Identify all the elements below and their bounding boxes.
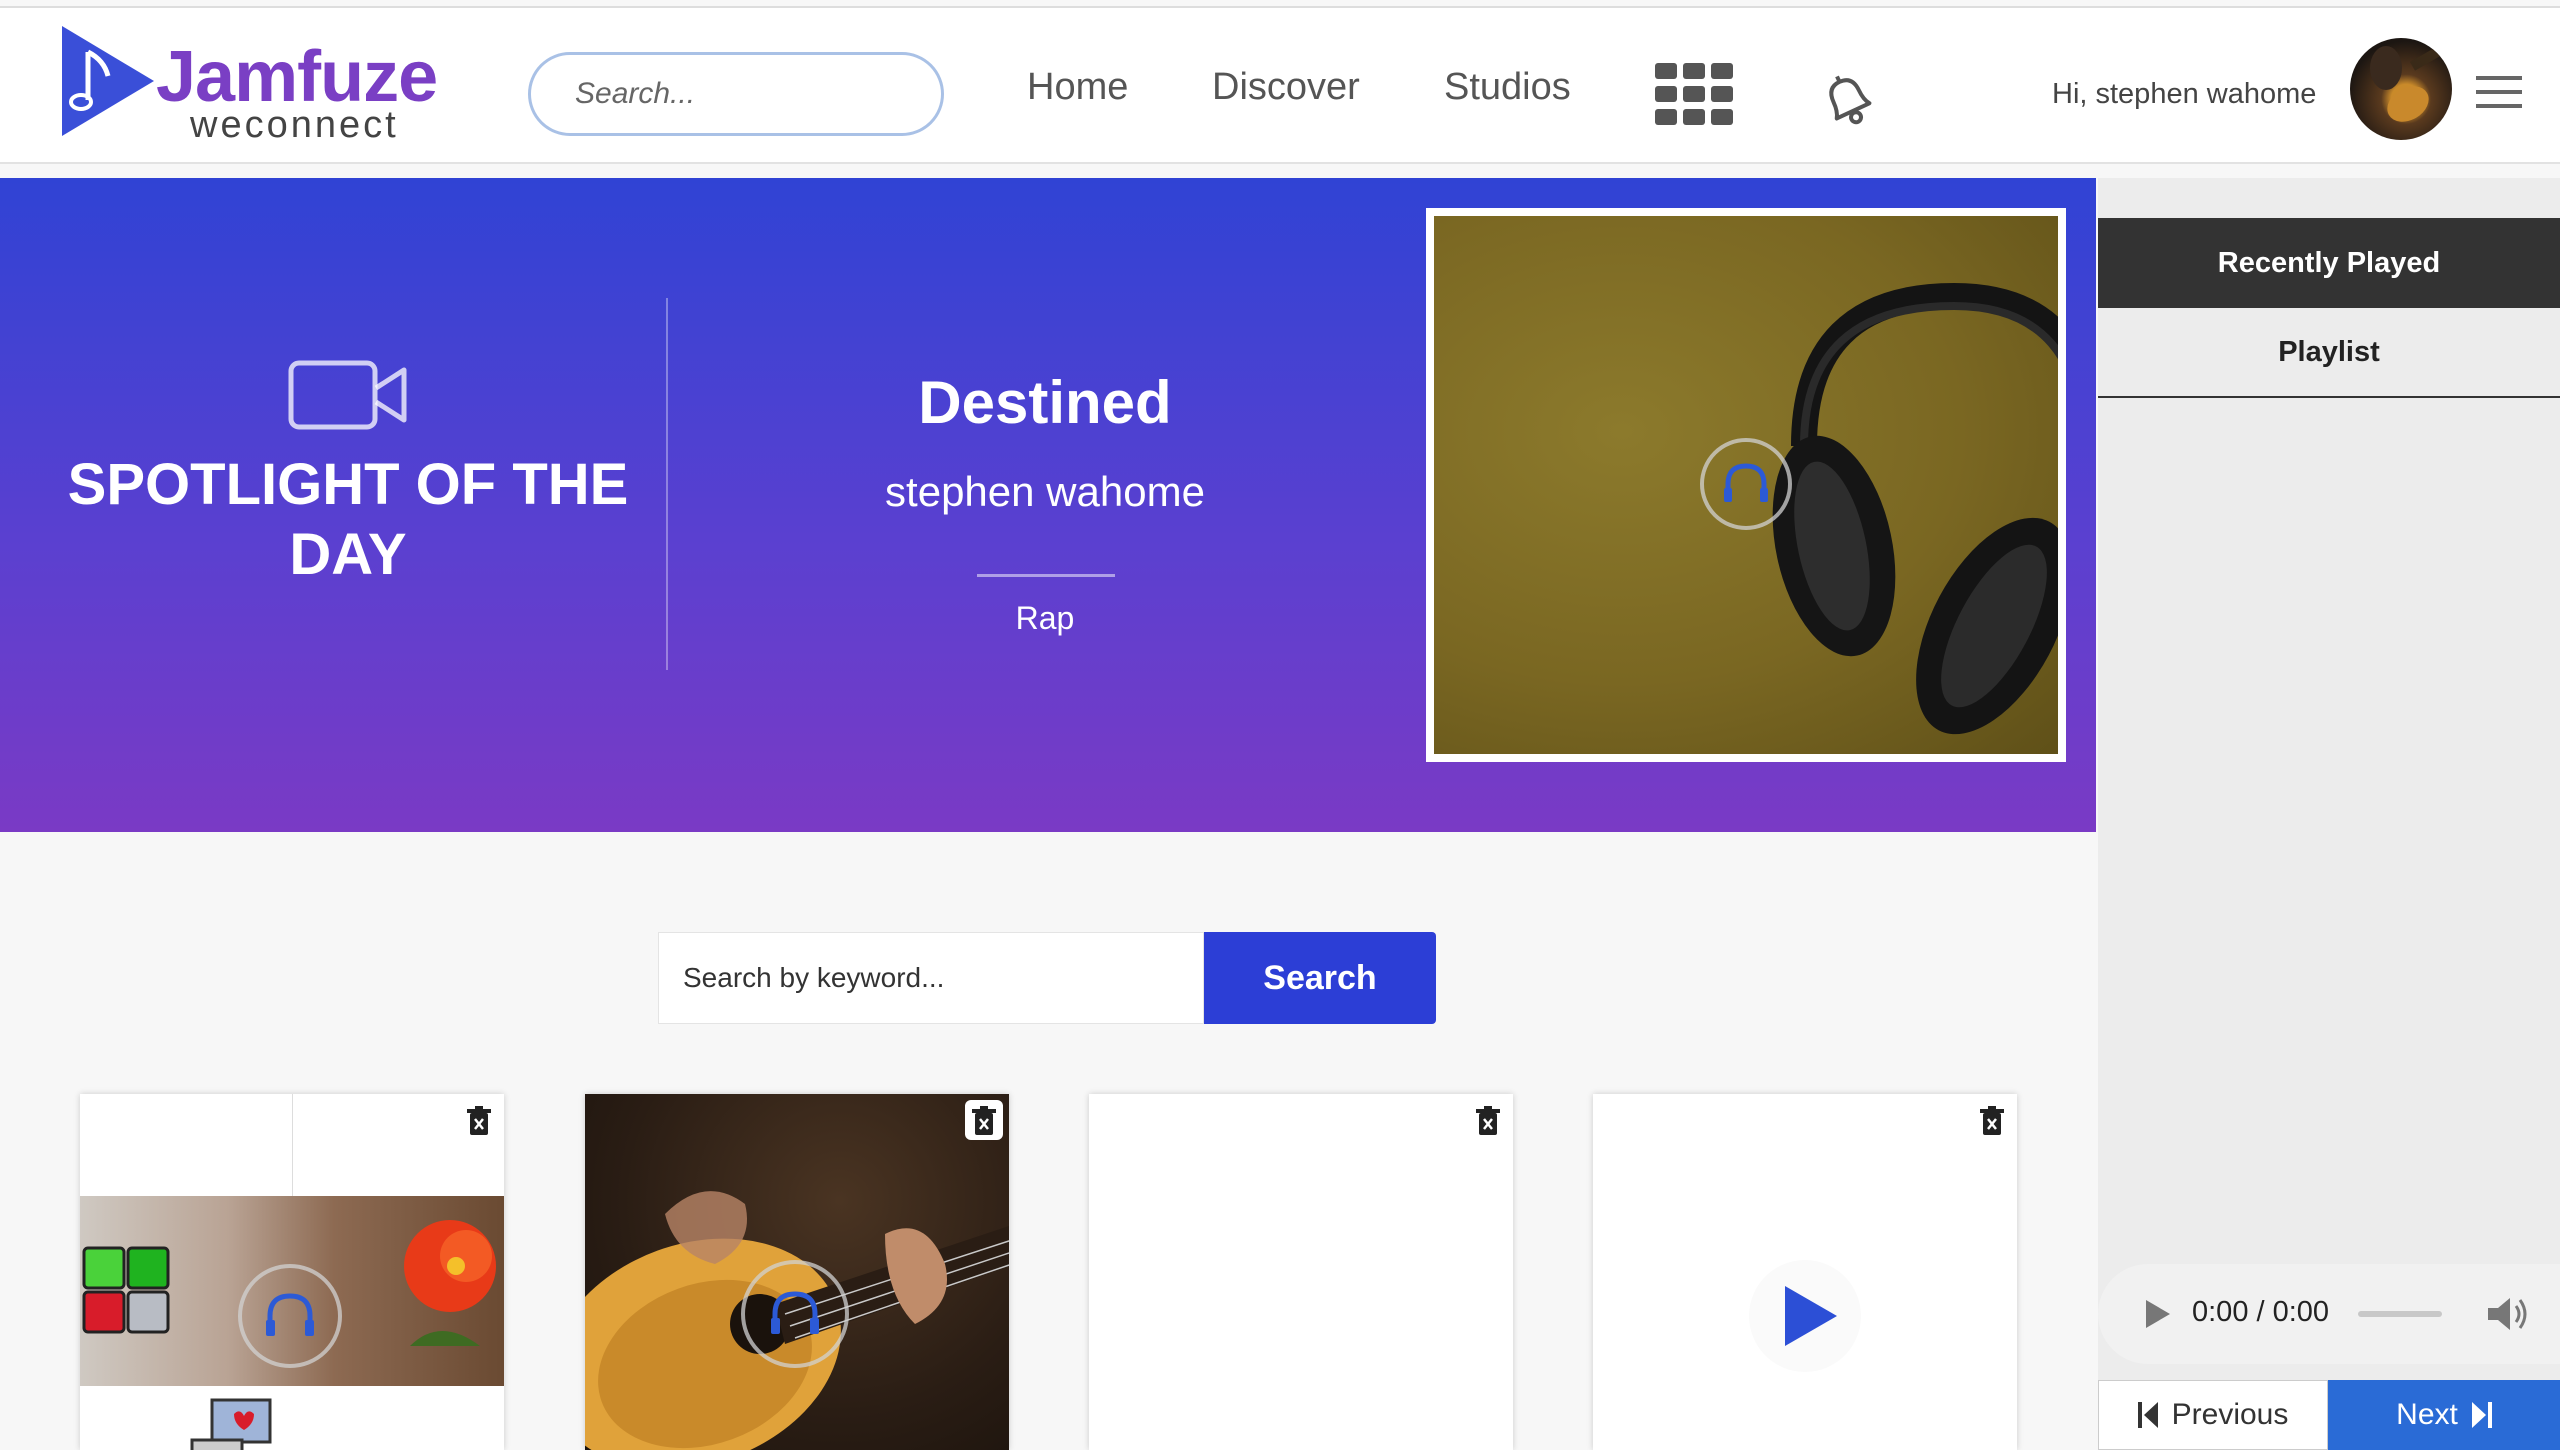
- spotlight-artist[interactable]: stephen wahome: [690, 468, 1400, 516]
- top-navbar: Jamfuze weconnect Home Discover Studios …: [0, 6, 2560, 164]
- next-label: Next: [2396, 1398, 2458, 1431]
- card-play-button[interactable]: [238, 1264, 342, 1368]
- audio-progress-slider[interactable]: [2358, 1311, 2442, 1317]
- keyword-search-button[interactable]: Search: [1204, 932, 1436, 1024]
- card-play-button[interactable]: [1749, 1260, 1861, 1372]
- title-rule: [977, 574, 1115, 577]
- nav-discover[interactable]: Discover: [1212, 66, 1360, 109]
- headphones-icon: [1724, 463, 1768, 502]
- spotlight-label: SPOTLIGHT OF THE DAY: [67, 452, 629, 587]
- track-card[interactable]: [585, 1094, 1009, 1450]
- audio-player: 0:00 / 0:00: [2098, 1264, 2560, 1364]
- skip-forward-icon: [2471, 1402, 2492, 1428]
- card-cover-blank: [80, 1094, 293, 1196]
- previous-button[interactable]: Previous: [2098, 1380, 2328, 1450]
- headphones-icon: [771, 1291, 819, 1334]
- trash-icon[interactable]: [1979, 1106, 2005, 1136]
- tab-recently-played[interactable]: Recently Played: [2098, 218, 2560, 308]
- nav-home[interactable]: Home: [1027, 66, 1128, 109]
- brand-logo[interactable]: Jamfuze weconnect: [58, 22, 458, 152]
- video-camera-icon: [288, 360, 407, 430]
- play-icon: [1785, 1286, 1837, 1346]
- spotlight-genre: Rap: [1015, 600, 1075, 636]
- hamburger-icon[interactable]: [2476, 76, 2522, 108]
- volume-icon[interactable]: [2486, 1294, 2530, 1334]
- user-greeting: Hi, stephen wahome: [2052, 78, 2317, 110]
- nav-studios[interactable]: Studios: [1444, 66, 1571, 109]
- tab-playlist[interactable]: Playlist: [2098, 308, 2560, 398]
- track-card[interactable]: [80, 1094, 504, 1450]
- trash-icon[interactable]: [971, 1106, 997, 1136]
- headphones-icon: [266, 1293, 314, 1336]
- previous-label: Previous: [2171, 1398, 2289, 1431]
- spotlight-song-title[interactable]: Destined: [690, 368, 1400, 437]
- avatar-guitar-image: [2370, 42, 2450, 122]
- card-play-button[interactable]: [741, 1260, 849, 1368]
- play-icon[interactable]: [2144, 1298, 2172, 1330]
- collage-image: [80, 1196, 504, 1386]
- trash-icon[interactable]: [1475, 1106, 1501, 1136]
- guitar-image: [585, 1094, 1009, 1450]
- audio-time: 0:00 / 0:00: [2192, 1296, 2330, 1328]
- logo-play-icon: [62, 26, 154, 136]
- headphones-play-button[interactable]: [1700, 438, 1792, 530]
- spotlight-artwork[interactable]: [1426, 208, 2066, 762]
- hero-divider: [666, 298, 668, 670]
- header-search-input[interactable]: [528, 52, 944, 136]
- spotlight-banner: SPOTLIGHT OF THE DAY Destined stephen wa…: [0, 178, 2096, 832]
- track-card[interactable]: [1593, 1094, 2017, 1450]
- right-sidebar: Recently Played Playlist 0:00 / 0:00: [2098, 178, 2560, 1450]
- skip-back-icon: [2137, 1402, 2158, 1428]
- brand-tagline: weconnect: [190, 104, 399, 146]
- retro-computer-icon: [190, 1398, 272, 1450]
- track-card[interactable]: [1089, 1094, 1513, 1450]
- user-avatar[interactable]: [2350, 38, 2452, 140]
- headphones-image: [1434, 216, 2058, 754]
- next-button[interactable]: Next: [2328, 1380, 2560, 1450]
- grid-icon[interactable]: [1655, 63, 1733, 125]
- bell-icon[interactable]: [1816, 68, 1880, 132]
- keyword-search-input[interactable]: [658, 932, 1204, 1024]
- trash-icon[interactable]: [466, 1106, 492, 1136]
